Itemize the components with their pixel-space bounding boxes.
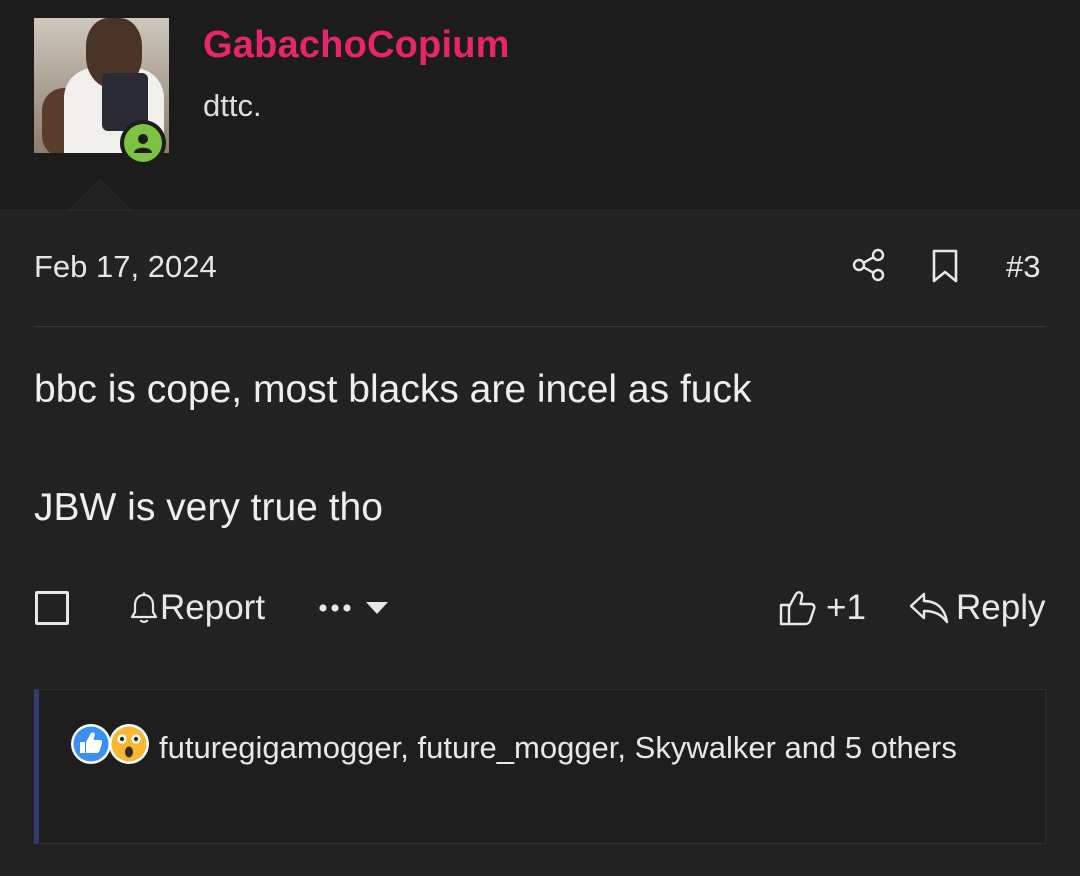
post-number-link[interactable]: #3 (1006, 249, 1040, 285)
more-dots-icon (319, 602, 388, 614)
online-status-icon (120, 120, 166, 166)
select-post-checkbox[interactable] (35, 591, 69, 625)
post-date[interactable]: Feb 17, 2024 (34, 249, 217, 285)
reply-icon (909, 592, 949, 624)
user-header: GabachoCopium dttc. (0, 0, 1080, 211)
reply-label: Reply (956, 588, 1046, 627)
username[interactable]: GabachoCopium (203, 24, 510, 67)
share-icon[interactable] (852, 248, 886, 282)
bookmark-icon[interactable] (930, 248, 960, 284)
like-label: +1 (826, 588, 866, 627)
reactions-list[interactable]: futuregigamogger, future_mogger, Skywalk… (67, 724, 967, 772)
user-title: dttc. (203, 88, 262, 123)
report-label: Report (160, 588, 266, 627)
report-button[interactable]: Report (128, 588, 265, 628)
divider (34, 326, 1046, 327)
like-button[interactable]: +1 (778, 588, 866, 628)
bell-icon (130, 592, 158, 623)
reply-button[interactable]: Reply (908, 588, 1045, 628)
more-options-button[interactable] (318, 596, 392, 620)
post-text-line: JBW is very true tho (34, 486, 383, 529)
post-text-line: bbc is cope, most blacks are incel as fu… (34, 368, 752, 411)
reactions-bar[interactable]: futuregigamogger, future_mogger, Skywalk… (34, 689, 1046, 844)
post-pointer (70, 180, 130, 210)
thumbs-up-icon (779, 591, 816, 626)
